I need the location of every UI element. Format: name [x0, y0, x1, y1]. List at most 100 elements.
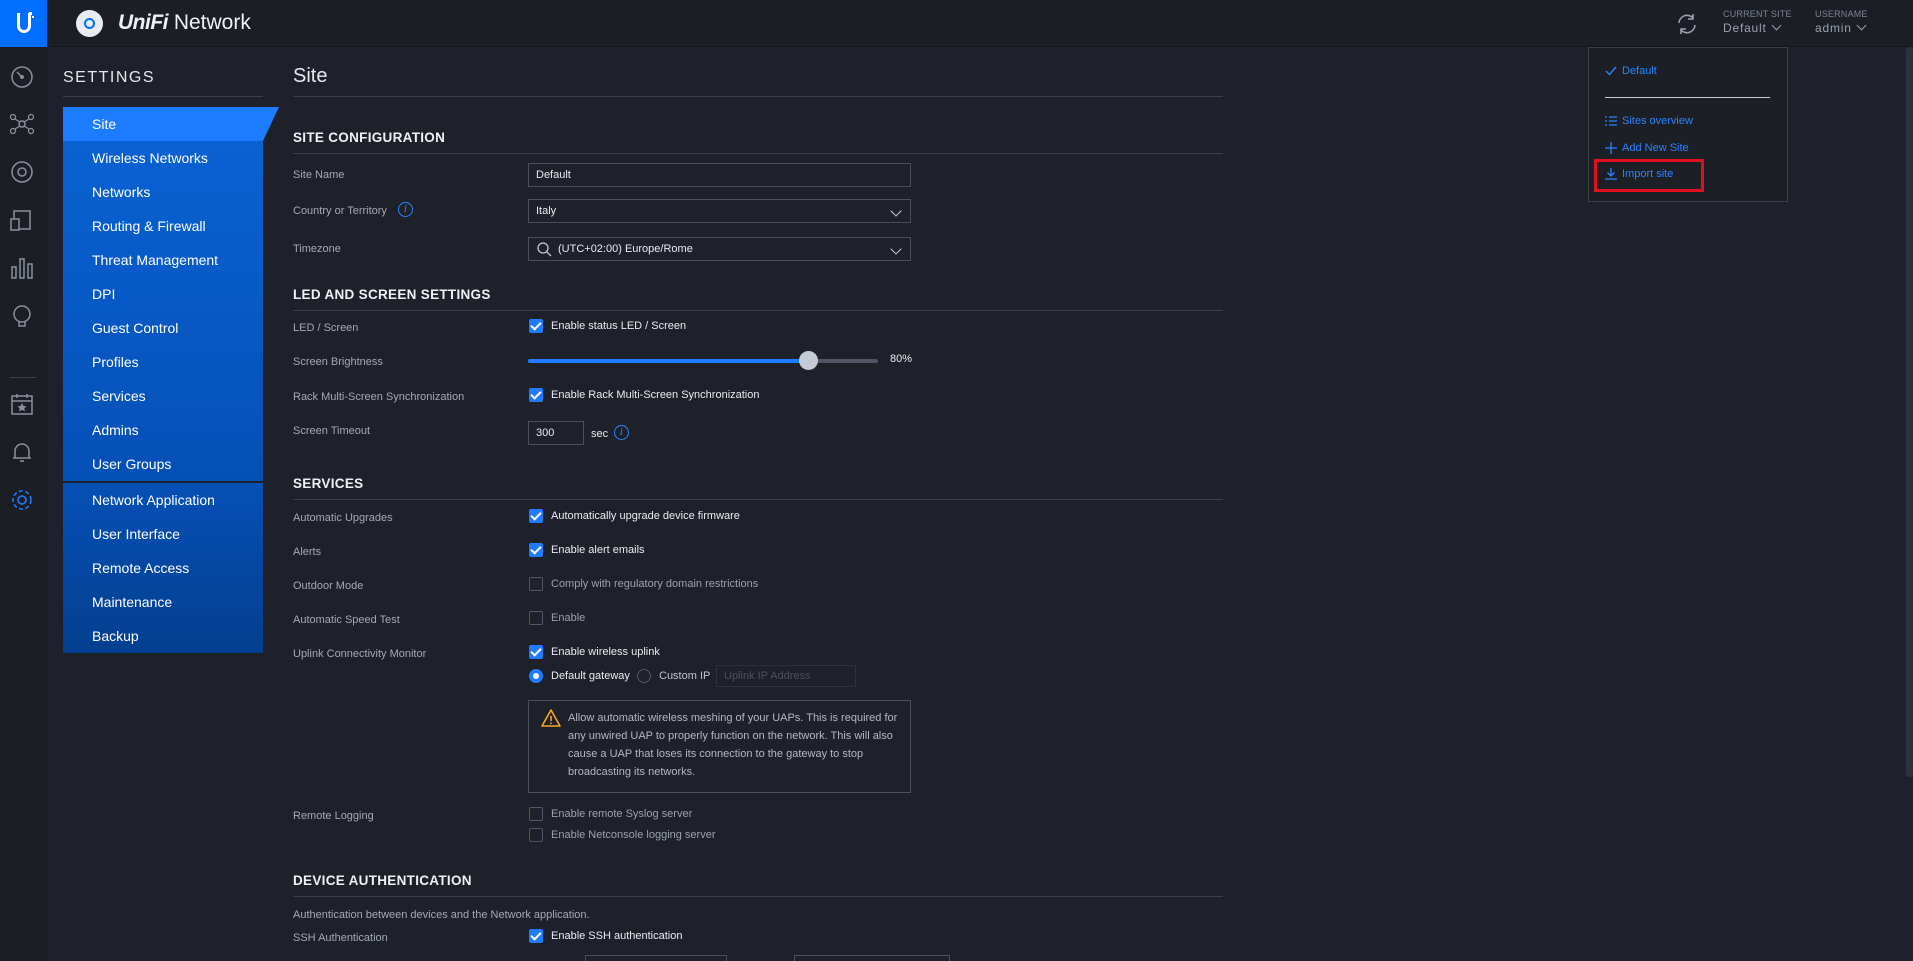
info-icon[interactable]: i: [398, 202, 413, 217]
slider-thumb[interactable]: [799, 351, 818, 370]
uplink-ip-input[interactable]: Uplink IP Address: [716, 665, 856, 687]
led-screen-checkbox[interactable]: [529, 319, 543, 333]
timezone-label: Timezone: [293, 243, 341, 255]
nav-item-threat-management[interactable]: Threat Management: [63, 243, 263, 277]
alerts-bell-icon[interactable]: [9, 439, 35, 465]
auto-upgrades-checkbox[interactable]: [529, 509, 543, 523]
screen-timeout-unit: sec: [591, 428, 609, 440]
uplink-warning-box: Allow automatic wireless meshing of your…: [528, 700, 911, 793]
nav-item-routing-firewall[interactable]: Routing & Firewall: [63, 209, 263, 243]
nav-item-dpi[interactable]: DPI: [63, 277, 263, 311]
nav-item-admins[interactable]: Admins: [63, 413, 263, 447]
current-site-value: Default: [1723, 21, 1767, 35]
alerts-checkbox[interactable]: [529, 543, 543, 557]
netconsole-option: Enable Netconsole logging server: [551, 829, 716, 841]
sites-overview-label: Sites overview: [1622, 115, 1693, 127]
nav-item-user-interface[interactable]: User Interface: [63, 517, 263, 551]
app-switcher-icon[interactable]: [76, 10, 103, 37]
page-title: Site: [293, 65, 328, 87]
outdoor-mode-checkbox[interactable]: [529, 577, 543, 591]
speed-test-label: Automatic Speed Test: [293, 614, 400, 626]
timezone-select[interactable]: (UTC+02:00) Europe/Rome: [528, 237, 911, 261]
settings-title: SETTINGS: [63, 69, 156, 86]
screen-timeout-input[interactable]: 300: [528, 421, 584, 445]
search-icon: [537, 242, 552, 257]
nav-item-site[interactable]: Site: [63, 107, 279, 141]
nav-item-wireless-networks[interactable]: Wireless Networks: [63, 141, 263, 175]
dashboard-icon[interactable]: [9, 64, 35, 90]
nav-item-guest-control[interactable]: Guest Control: [63, 311, 263, 345]
user-menu[interactable]: USERNAME admin: [1815, 9, 1868, 35]
username-label: USERNAME: [1815, 9, 1868, 19]
username-value: admin: [1815, 21, 1852, 35]
default-gateway-radio[interactable]: [529, 669, 543, 683]
settings-nav-group-system: Network Application User Interface Remot…: [63, 483, 263, 653]
screen-timeout-label: Screen Timeout: [293, 425, 371, 437]
rack-sync-checkbox[interactable]: [529, 388, 543, 402]
checkmark-icon: [1605, 66, 1617, 76]
nav-item-networks[interactable]: Networks: [63, 175, 263, 209]
ssh-username-input[interactable]: [585, 955, 727, 961]
ssh-auth-option: Enable SSH authentication: [551, 930, 683, 942]
led-screen-label: LED / Screen: [293, 322, 359, 334]
list-icon: [1605, 116, 1617, 126]
ssh-auth-label: SSH Authentication: [293, 932, 388, 944]
sites-overview-item[interactable]: Sites overview: [1605, 115, 1693, 127]
current-site-label: CURRENT SITE: [1723, 9, 1792, 19]
default-gateway-option: Default gateway: [551, 670, 630, 682]
section-title-services: SERVICES: [293, 476, 364, 491]
ubiquiti-logo-icon[interactable]: [0, 0, 47, 47]
info-icon[interactable]: i: [614, 425, 629, 440]
topology-icon[interactable]: [9, 111, 35, 137]
wireless-uplink-checkbox[interactable]: [529, 645, 543, 659]
screen-brightness-label: Screen Brightness: [293, 356, 383, 368]
insights-icon[interactable]: [9, 303, 35, 329]
clients-icon[interactable]: [9, 207, 35, 233]
country-select[interactable]: Italy: [528, 199, 911, 223]
divider: [293, 153, 1223, 154]
chevron-down-icon: [1771, 20, 1782, 31]
speed-test-checkbox[interactable]: [529, 611, 543, 625]
remote-logging-label: Remote Logging: [293, 810, 374, 822]
nav-item-services[interactable]: Services: [63, 379, 263, 413]
site-option-default[interactable]: Default: [1605, 65, 1657, 77]
nav-item-network-application[interactable]: Network Application: [63, 483, 263, 517]
alerts-label: Alerts: [293, 546, 322, 558]
screen-brightness-value: 80%: [890, 353, 913, 365]
settings-nav: Site Wireless Networks Networks Routing …: [63, 107, 279, 653]
rack-sync-option: Enable Rack Multi-Screen Synchronization: [551, 389, 760, 401]
nav-item-backup[interactable]: Backup: [63, 619, 263, 653]
slider-fill: [528, 359, 808, 363]
chevron-down-icon: [890, 205, 902, 217]
site-option-default-label: Default: [1622, 65, 1657, 77]
nav-item-profiles[interactable]: Profiles: [63, 345, 263, 379]
screen-brightness-slider[interactable]: [528, 351, 878, 370]
app-title: UniFi Network: [118, 11, 251, 34]
ssh-auth-checkbox[interactable]: [529, 929, 543, 943]
custom-ip-radio[interactable]: [637, 669, 651, 683]
add-new-site-item[interactable]: Add New Site: [1605, 142, 1689, 155]
netconsole-checkbox[interactable]: [529, 828, 543, 842]
site-name-input[interactable]: Default: [528, 163, 911, 187]
events-calendar-icon[interactable]: [9, 391, 35, 417]
refresh-icon[interactable]: [1673, 10, 1701, 38]
nav-item-user-groups[interactable]: User Groups: [63, 447, 263, 481]
divider: [63, 96, 263, 97]
syslog-checkbox[interactable]: [529, 807, 543, 821]
section-title-device-authentication: DEVICE AUTHENTICATION: [293, 873, 472, 888]
uplink-warning-text: Allow automatic wireless meshing of your…: [568, 712, 898, 778]
add-new-site-label: Add New Site: [1622, 142, 1689, 154]
current-site-selector[interactable]: CURRENT SITE Default: [1723, 9, 1792, 35]
devices-icon[interactable]: [9, 159, 35, 185]
settings-gear-icon[interactable]: [9, 487, 35, 513]
ssh-password-input[interactable]: [794, 955, 950, 961]
statistics-icon[interactable]: [9, 255, 35, 281]
nav-item-remote-access[interactable]: Remote Access: [63, 551, 263, 585]
section-title-site-configuration: SITE CONFIGURATION: [293, 130, 446, 145]
import-site-highlight: [1594, 159, 1704, 192]
nav-item-maintenance[interactable]: Maintenance: [63, 585, 263, 619]
page-scrollbar[interactable]: [1906, 47, 1913, 777]
warning-icon: [541, 709, 561, 727]
outdoor-mode-label: Outdoor Mode: [293, 580, 364, 592]
country-select-value: Italy: [536, 205, 557, 217]
